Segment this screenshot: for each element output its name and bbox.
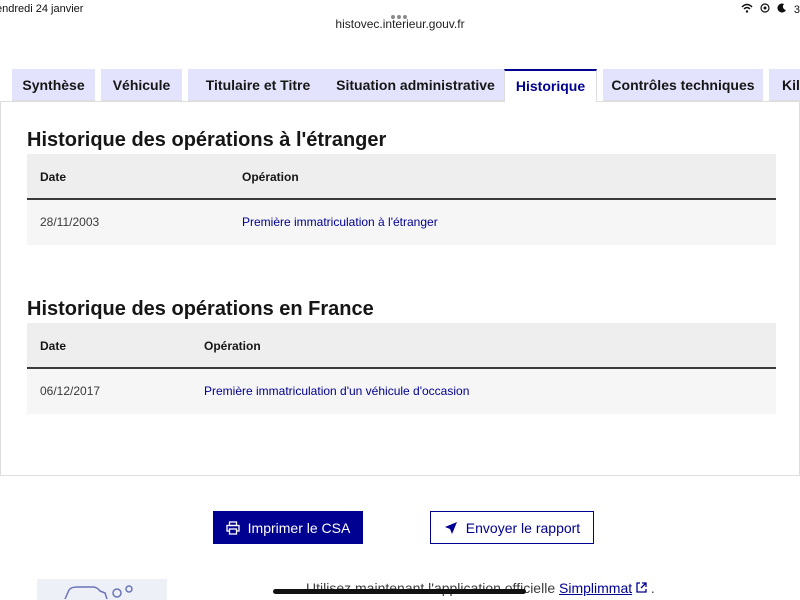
car-illustration bbox=[37, 579, 167, 600]
tab-vehicule[interactable]: Véhicule bbox=[101, 69, 182, 101]
column-date: Date bbox=[40, 170, 67, 184]
address-bar-url[interactable]: histovec.interieur.gouv.fr bbox=[0, 17, 800, 31]
print-csa-label: Imprimer le CSA bbox=[247, 519, 351, 536]
print-csa-button[interactable]: Imprimer le CSA bbox=[213, 511, 363, 544]
moon-icon bbox=[777, 3, 790, 16]
status-date: endredi 24 janvier bbox=[0, 3, 84, 15]
tab-situation-administrative[interactable]: Situation administrative bbox=[322, 69, 509, 101]
promo-suffix: . bbox=[650, 580, 655, 596]
column-date: Date bbox=[40, 339, 67, 353]
home-indicator[interactable] bbox=[273, 589, 526, 594]
tab-synthese[interactable]: Synthèse bbox=[12, 69, 95, 101]
send-report-button[interactable]: Envoyer le rapport bbox=[430, 511, 594, 544]
france-history-table: Date Opération 06/12/2017 Première immat… bbox=[27, 323, 776, 414]
table-header: Date Opération bbox=[27, 154, 776, 200]
table-row: 06/12/2017 Première immatriculation d'un… bbox=[27, 369, 776, 414]
foreign-history-table: Date Opération 28/11/2003 Première immat… bbox=[27, 154, 776, 245]
wifi-icon bbox=[741, 3, 756, 16]
column-operation: Opération bbox=[204, 339, 261, 353]
table-header: Date Opération bbox=[27, 323, 776, 369]
send-icon bbox=[444, 521, 457, 534]
tab-titulaire-titre[interactable]: Titulaire et Titre bbox=[188, 69, 328, 101]
send-report-label: Envoyer le rapport bbox=[465, 519, 581, 536]
historique-panel: Historique des opérations à l'étranger D… bbox=[0, 101, 800, 476]
column-operation: Opération bbox=[242, 170, 299, 184]
tab-controles-techniques[interactable]: Contrôles techniques bbox=[603, 69, 763, 101]
row-operation: Première immatriculation à l'étranger bbox=[242, 215, 438, 229]
row-date: 06/12/2017 bbox=[40, 384, 101, 398]
tab-historique[interactable]: Historique bbox=[504, 69, 597, 102]
printer-icon bbox=[226, 520, 240, 535]
table-row: 28/11/2003 Première immatriculation à l'… bbox=[27, 200, 776, 245]
tab-kilometrage[interactable]: Kilo bbox=[769, 69, 800, 101]
row-date: 28/11/2003 bbox=[40, 215, 100, 229]
france-history-title: Historique des opérations en France bbox=[27, 298, 374, 320]
status-bar: endredi 24 janvier histovec.interieur.go… bbox=[0, 0, 800, 36]
location-icon bbox=[760, 3, 773, 16]
external-link-icon bbox=[636, 580, 651, 596]
tab-bar: Synthèse Véhicule Titulaire et Titre Sit… bbox=[12, 69, 800, 102]
battery-percent: 3 bbox=[793, 4, 800, 16]
status-icons: 3 bbox=[737, 3, 800, 16]
foreign-history-title: Historique des opérations à l'étranger bbox=[27, 129, 387, 151]
simplimmat-link[interactable]: Simplimmat bbox=[559, 580, 632, 596]
row-operation: Première immatriculation d'un véhicule d… bbox=[204, 384, 470, 398]
more-dots-icon[interactable] bbox=[391, 6, 409, 19]
